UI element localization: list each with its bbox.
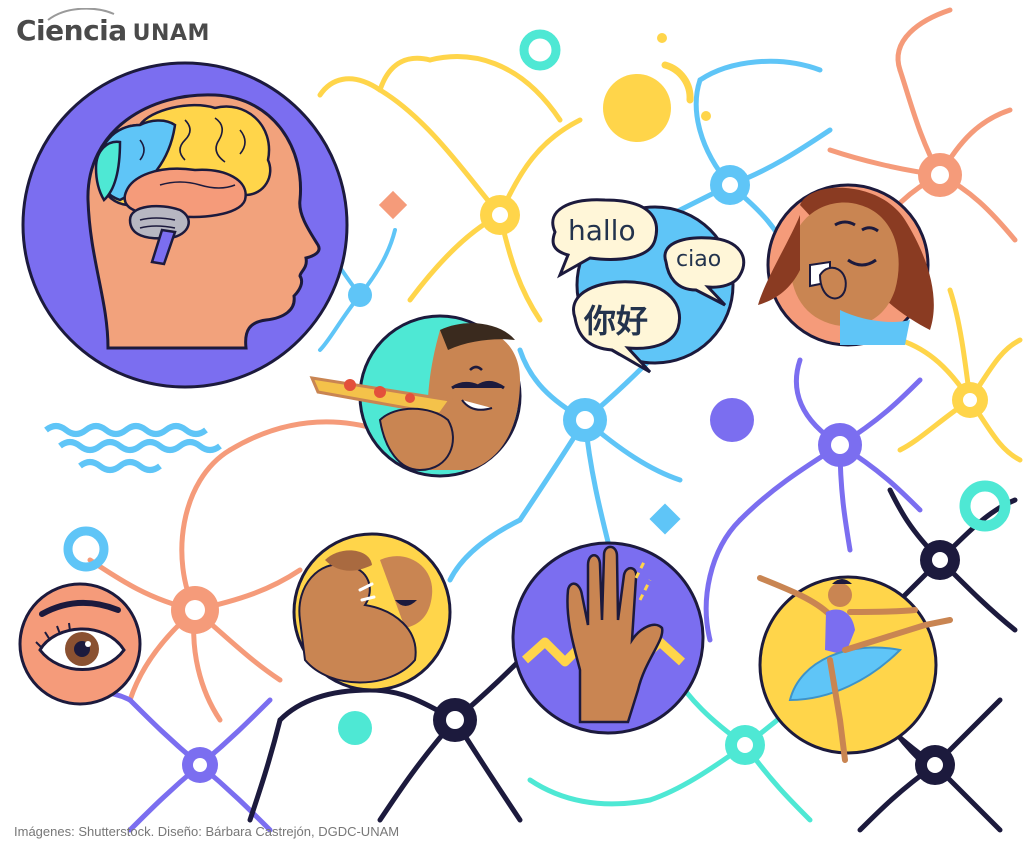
bubble-nihao: 你好 bbox=[584, 302, 649, 340]
bubble-ciao: ciao bbox=[676, 247, 722, 272]
brain-in-head-icon bbox=[21, 61, 349, 389]
neuron-icon bbox=[317, 54, 583, 323]
brand-name-unam: UNAM bbox=[132, 21, 210, 46]
ballerina-icon bbox=[757, 575, 953, 763]
pizza-eating-icon bbox=[309, 314, 522, 478]
hand-icon bbox=[511, 541, 705, 735]
wave-lines bbox=[44, 423, 222, 473]
neuron-illustration bbox=[18, 7, 1023, 833]
swoosh-icon bbox=[47, 8, 115, 21]
neuron-icon bbox=[77, 690, 273, 833]
brand-logo: Ciencia UNAM bbox=[16, 8, 210, 47]
image-credit: Imágenes: Shutterstock. Diseño: Bárbara … bbox=[14, 824, 400, 839]
smiling-woman-icon bbox=[758, 183, 934, 347]
flexing-arm-icon bbox=[292, 532, 452, 692]
eye-icon bbox=[18, 582, 142, 706]
bubble-hallo: hallo bbox=[568, 214, 636, 247]
